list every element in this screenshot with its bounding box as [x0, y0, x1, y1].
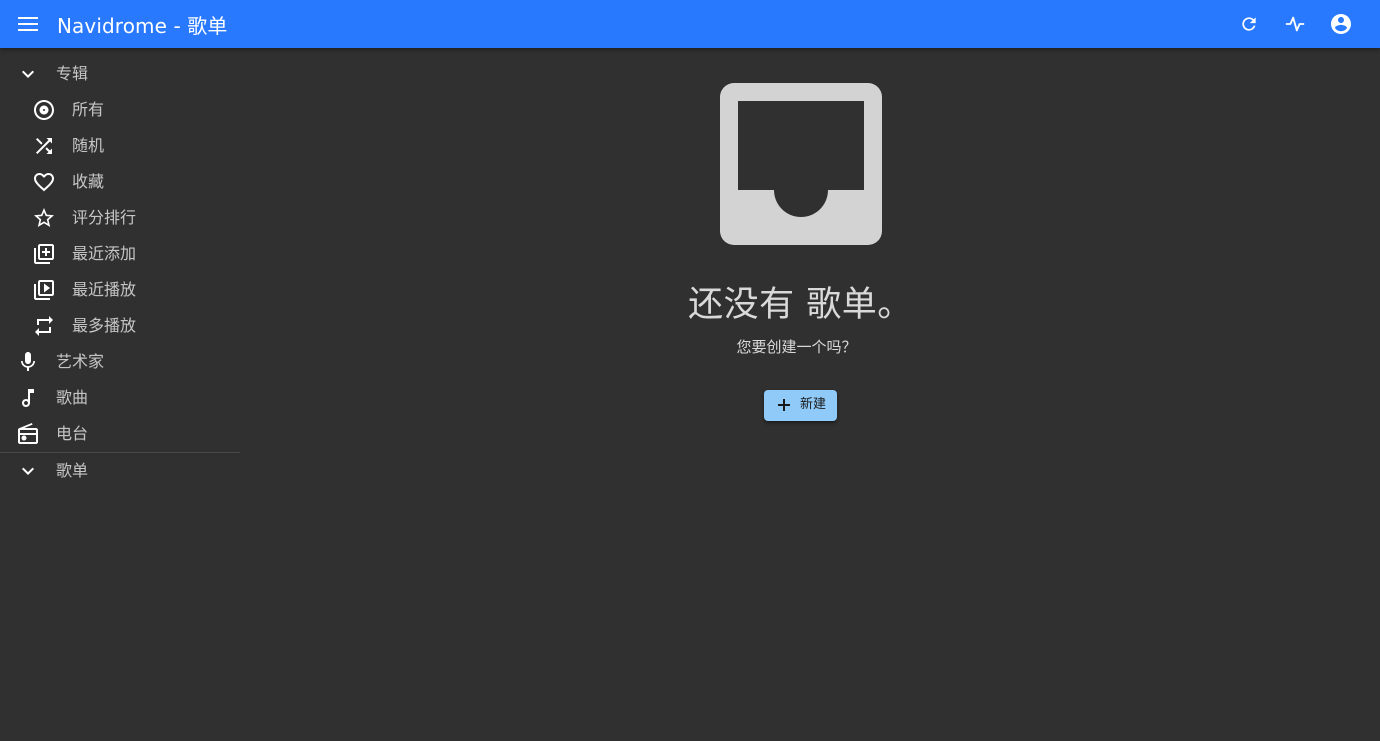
shuffle-icon — [32, 134, 56, 158]
sidebar-item-recently-added[interactable]: 最近添加 — [0, 236, 240, 272]
menu-icon[interactable] — [17, 12, 41, 36]
sidebar-item-artists[interactable]: 艺术家 — [0, 344, 240, 380]
sidebar-header-label: 专辑 — [56, 64, 89, 83]
sidebar-item-label: 电台 — [56, 424, 89, 443]
sidebar-item-random[interactable]: 随机 — [0, 128, 240, 164]
activity-icon[interactable] — [1283, 12, 1307, 36]
sidebar-albums-header[interactable]: 专辑 — [0, 56, 240, 92]
sidebar: 专辑 所有 随机 收藏 评分排行 最近添加 最近播放 最多播放 艺术家 歌曲 电… — [0, 48, 240, 741]
mic-icon — [16, 350, 40, 374]
sidebar-item-favourites[interactable]: 收藏 — [0, 164, 240, 200]
refresh-icon[interactable] — [1237, 12, 1261, 36]
video-library-icon — [32, 278, 56, 302]
sidebar-item-label: 艺术家 — [56, 352, 105, 371]
inbox-icon — [720, 83, 882, 245]
album-icon — [32, 98, 56, 122]
page-title: Navidrome - 歌单 — [57, 13, 228, 38]
main-content: 还没有 歌单。 您要创建一个吗？ 新建 — [240, 48, 1380, 741]
sidebar-playlists-header[interactable]: 歌单 — [0, 453, 240, 489]
empty-state-subtitle: 您要创建一个吗？ — [736, 338, 857, 356]
create-button-label: 新建 — [800, 397, 827, 412]
library-add-icon — [32, 242, 56, 266]
sidebar-item-label: 随机 — [72, 136, 105, 155]
star-icon — [32, 206, 56, 230]
sidebar-item-songs[interactable]: 歌曲 — [0, 380, 240, 416]
sidebar-item-radio[interactable]: 电台 — [0, 416, 240, 452]
sidebar-item-label: 歌曲 — [56, 388, 89, 407]
empty-state-title: 还没有 歌单。 — [688, 285, 913, 325]
sidebar-item-label: 最多播放 — [72, 316, 137, 335]
sidebar-item-most-played[interactable]: 最多播放 — [0, 308, 240, 344]
sidebar-item-all[interactable]: 所有 — [0, 92, 240, 128]
music-note-icon — [16, 386, 40, 410]
sidebar-item-top-rated[interactable]: 评分排行 — [0, 200, 240, 236]
repeat-icon — [32, 314, 56, 338]
chevron-down-icon — [16, 459, 40, 483]
sidebar-item-label: 所有 — [72, 100, 105, 119]
account-icon[interactable] — [1329, 12, 1353, 36]
sidebar-header-label: 歌单 — [56, 461, 89, 480]
sidebar-item-label: 最近添加 — [72, 244, 137, 263]
create-button[interactable]: 新建 — [764, 390, 837, 421]
sidebar-item-label: 评分排行 — [72, 208, 137, 227]
sidebar-item-label: 最近播放 — [72, 280, 137, 299]
plus-icon — [776, 397, 792, 413]
radio-icon — [16, 422, 40, 446]
sidebar-item-label: 收藏 — [72, 172, 105, 191]
chevron-down-icon — [16, 62, 40, 86]
heart-icon — [32, 170, 56, 194]
sidebar-item-recently-played[interactable]: 最近播放 — [0, 272, 240, 308]
app-bar: Navidrome - 歌单 — [0, 0, 1380, 48]
